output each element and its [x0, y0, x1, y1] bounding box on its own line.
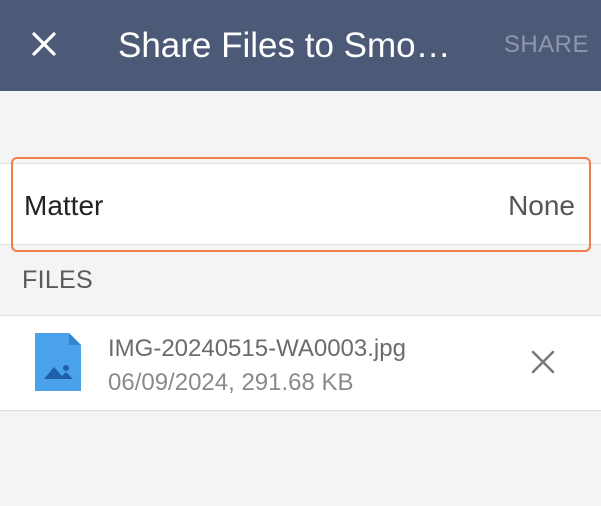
close-button[interactable]	[22, 22, 66, 66]
matter-value: None	[508, 190, 575, 221]
file-list-item: IMG-20240515-WA0003.jpg 06/09/2024, 291.…	[0, 315, 601, 411]
share-button[interactable]: SHARE	[504, 30, 589, 60]
matter-selector[interactable]: Matter None	[0, 163, 601, 245]
file-name: IMG-20240515-WA0003.jpg	[108, 335, 406, 362]
matter-label: Matter	[24, 190, 104, 221]
app-bar: Share Files to Smo… SHARE	[0, 0, 601, 91]
remove-file-button[interactable]	[527, 346, 559, 378]
close-icon	[531, 350, 555, 374]
files-section-header: FILES	[22, 266, 93, 294]
file-meta: 06/09/2024, 291.68 KB	[108, 369, 354, 396]
page-title: Share Files to Smo…	[118, 26, 451, 65]
image-file-icon	[35, 333, 81, 391]
close-icon	[32, 32, 56, 56]
